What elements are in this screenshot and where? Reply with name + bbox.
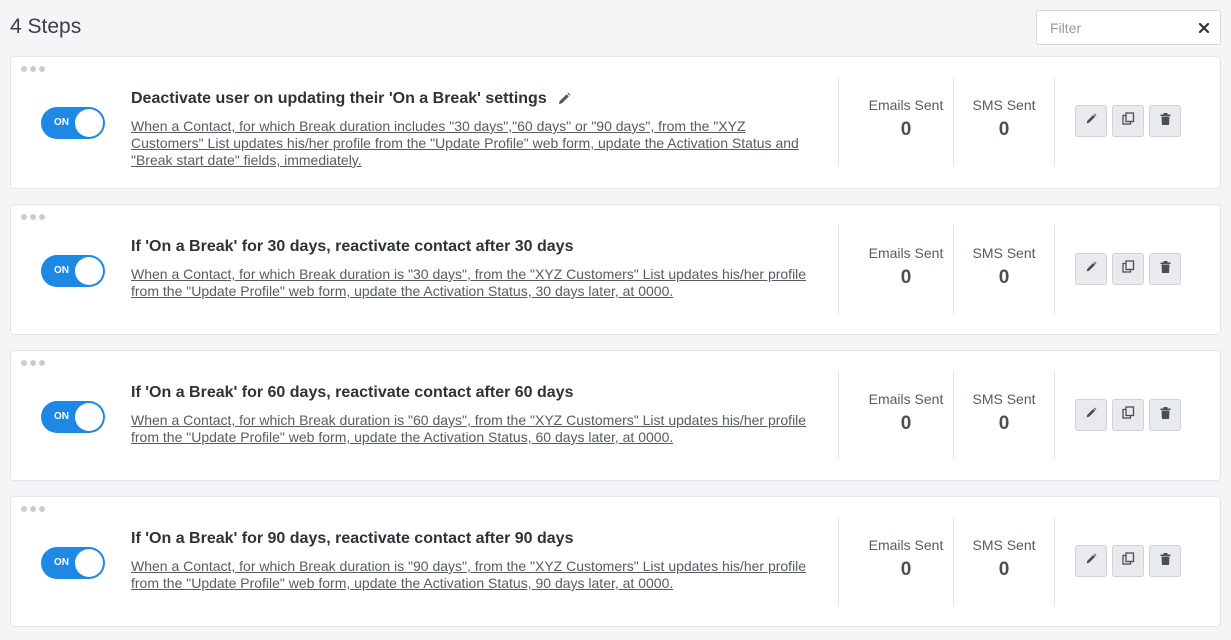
step-title: If 'On a Break' for 90 days, reactivate … xyxy=(131,530,574,547)
toggle-label: ON xyxy=(54,557,69,568)
emails-sent-value: 0 xyxy=(900,413,912,434)
step-card-4: ON If 'On a Break' for 90 days, reactiva… xyxy=(10,496,1221,627)
pencil-icon xyxy=(1085,406,1097,424)
step-toggle[interactable]: ON xyxy=(41,547,105,579)
emails-sent-stat: Emails Sent 0 xyxy=(849,245,963,289)
copy-button[interactable] xyxy=(1112,253,1144,285)
delete-button[interactable] xyxy=(1149,399,1181,431)
step-toggle[interactable]: ON xyxy=(41,107,105,139)
sms-sent-label: SMS Sent xyxy=(972,391,1036,407)
toggle-knob xyxy=(75,257,103,285)
sms-sent-stat: SMS Sent 0 xyxy=(954,97,1054,141)
close-icon[interactable] xyxy=(1196,20,1212,36)
page-title: 4 Steps xyxy=(10,15,82,38)
toggle-label: ON xyxy=(54,265,69,276)
divider xyxy=(838,517,839,606)
edit-button[interactable] xyxy=(1075,105,1107,137)
trash-icon xyxy=(1160,552,1171,570)
sms-sent-value: 0 xyxy=(998,119,1010,140)
sms-sent-stat: SMS Sent 0 xyxy=(954,391,1054,435)
drag-handle-icon[interactable] xyxy=(21,214,45,222)
page-header: 4 Steps xyxy=(0,0,1231,56)
sms-sent-value: 0 xyxy=(998,413,1010,434)
edit-button[interactable] xyxy=(1075,399,1107,431)
copy-icon xyxy=(1121,260,1135,278)
step-description[interactable]: When a Contact, for which Break duration… xyxy=(131,266,821,300)
sms-sent-value: 0 xyxy=(998,559,1010,580)
step-toggle[interactable]: ON xyxy=(41,401,105,433)
pencil-icon xyxy=(1085,260,1097,278)
toggle-knob xyxy=(75,109,103,137)
pencil-icon xyxy=(1085,552,1097,570)
emails-sent-label: Emails Sent xyxy=(868,245,944,261)
pencil-icon[interactable] xyxy=(557,92,571,106)
emails-sent-label: Emails Sent xyxy=(868,391,944,407)
toggle-knob xyxy=(75,403,103,431)
sms-sent-label: SMS Sent xyxy=(972,537,1036,553)
sms-sent-label: SMS Sent xyxy=(972,245,1036,261)
divider xyxy=(1054,225,1055,314)
sms-sent-stat: SMS Sent 0 xyxy=(954,245,1054,289)
emails-sent-value: 0 xyxy=(900,119,912,140)
step-card-1: ON Deactivate user on updating their 'On… xyxy=(10,56,1221,189)
delete-button[interactable] xyxy=(1149,545,1181,577)
copy-button[interactable] xyxy=(1112,105,1144,137)
step-description[interactable]: When a Contact, for which Break duration… xyxy=(131,118,821,169)
filter-input[interactable] xyxy=(1038,12,1188,43)
sms-sent-label: SMS Sent xyxy=(972,97,1036,113)
emails-sent-stat: Emails Sent 0 xyxy=(849,97,963,141)
emails-sent-value: 0 xyxy=(900,559,912,580)
drag-handle-icon[interactable] xyxy=(21,66,45,74)
filter-box xyxy=(1036,10,1221,45)
copy-button[interactable] xyxy=(1112,545,1144,577)
step-card-2: ON If 'On a Break' for 30 days, reactiva… xyxy=(10,204,1221,335)
divider xyxy=(1054,517,1055,606)
toggle-knob xyxy=(75,549,103,577)
copy-icon xyxy=(1121,112,1135,130)
divider xyxy=(838,77,839,166)
pencil-icon xyxy=(1085,112,1097,130)
step-title-row: If 'On a Break' for 60 days, reactivate … xyxy=(131,384,573,402)
divider xyxy=(838,225,839,314)
trash-icon xyxy=(1160,406,1171,424)
emails-sent-label: Emails Sent xyxy=(868,537,944,553)
delete-button[interactable] xyxy=(1149,253,1181,285)
edit-button[interactable] xyxy=(1075,253,1107,285)
drag-handle-icon[interactable] xyxy=(21,506,45,514)
divider xyxy=(838,371,839,460)
step-title-row: If 'On a Break' for 30 days, reactivate … xyxy=(131,238,573,256)
step-title-row: Deactivate user on updating their 'On a … xyxy=(131,90,571,108)
step-title: Deactivate user on updating their 'On a … xyxy=(131,90,547,107)
step-toggle[interactable]: ON xyxy=(41,255,105,287)
emails-sent-label: Emails Sent xyxy=(868,97,944,113)
step-card-3: ON If 'On a Break' for 60 days, reactiva… xyxy=(10,350,1221,481)
step-title: If 'On a Break' for 30 days, reactivate … xyxy=(131,238,574,255)
sms-sent-stat: SMS Sent 0 xyxy=(954,537,1054,581)
trash-icon xyxy=(1160,260,1171,278)
copy-icon xyxy=(1121,406,1135,424)
divider xyxy=(1054,77,1055,166)
drag-handle-icon[interactable] xyxy=(21,360,45,368)
step-title: If 'On a Break' for 60 days, reactivate … xyxy=(131,384,574,401)
emails-sent-stat: Emails Sent 0 xyxy=(849,391,963,435)
step-title-row: If 'On a Break' for 90 days, reactivate … xyxy=(131,530,573,548)
step-description[interactable]: When a Contact, for which Break duration… xyxy=(131,558,821,592)
toggle-label: ON xyxy=(54,117,69,128)
edit-button[interactable] xyxy=(1075,545,1107,577)
copy-button[interactable] xyxy=(1112,399,1144,431)
step-description[interactable]: When a Contact, for which Break duration… xyxy=(131,412,821,446)
toggle-label: ON xyxy=(54,411,69,422)
trash-icon xyxy=(1160,112,1171,130)
emails-sent-stat: Emails Sent 0 xyxy=(849,537,963,581)
delete-button[interactable] xyxy=(1149,105,1181,137)
sms-sent-value: 0 xyxy=(998,267,1010,288)
divider xyxy=(1054,371,1055,460)
emails-sent-value: 0 xyxy=(900,267,912,288)
copy-icon xyxy=(1121,552,1135,570)
